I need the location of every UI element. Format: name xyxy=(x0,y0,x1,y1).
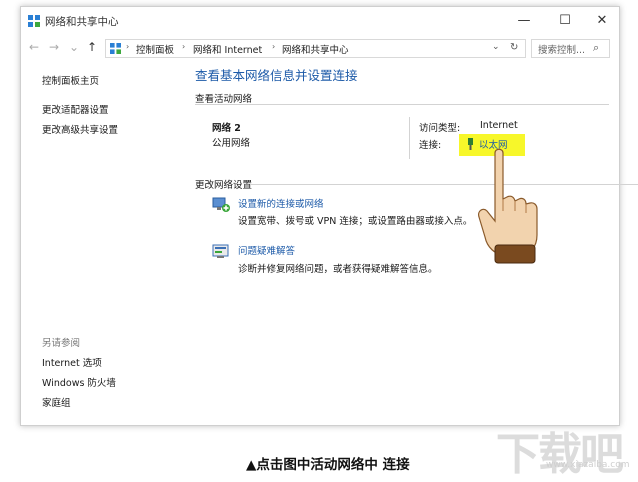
refresh-icon[interactable]: ↻ xyxy=(510,42,518,53)
watermark-url: www.xiazaiba.com xyxy=(546,460,630,470)
ethernet-icon xyxy=(468,138,473,150)
sidebar-link-advanced-sharing-settings[interactable]: 更改高级共享设置 xyxy=(42,122,118,136)
active-networks-heading: 查看活动网络 xyxy=(195,94,253,105)
breadcrumb-separator-icon: › xyxy=(182,42,186,51)
sidebar-link-change-adapter-settings[interactable]: 更改适配器设置 xyxy=(42,102,109,116)
connections-label: 连接: xyxy=(419,140,442,151)
maximize-button[interactable]: ☐ xyxy=(554,11,576,31)
search-placeholder: 搜索控制... xyxy=(538,45,586,56)
troubleshoot-link[interactable]: 问题疑难解答 xyxy=(238,243,295,257)
minimize-button[interactable]: — xyxy=(513,11,535,31)
change-settings-heading: 更改网络设置 xyxy=(195,180,253,191)
network-app-icon xyxy=(28,15,40,27)
breadcrumb-separator-icon: › xyxy=(126,42,130,51)
up-arrow-icon[interactable]: ↑ xyxy=(85,39,99,55)
troubleshoot-icon xyxy=(212,244,229,258)
sidebar-link-control-panel-home[interactable]: 控制面板主页 xyxy=(42,73,99,87)
address-bar: ← → ⌄ ↑ › 控制面板 › 网络和 Internet › 网络和共享中心 … xyxy=(21,36,619,60)
recent-chevron-icon[interactable]: ⌄ xyxy=(67,39,81,55)
network-sharing-center-window: 网络和共享中心 — ☐ ✕ ← → ⌄ ↑ › 控制面板 › 网络和 Inter… xyxy=(20,6,638,426)
access-type-label: 访问类型: xyxy=(419,123,461,134)
back-arrow-icon[interactable]: ← xyxy=(27,39,41,55)
network-category: 公用网络 xyxy=(212,138,251,149)
search-icon[interactable]: ⌕ xyxy=(593,41,599,55)
sidebar-link-homegroup[interactable]: 家庭组 xyxy=(42,395,71,409)
new-connection-icon xyxy=(212,197,230,212)
setup-new-connection-desc: 设置宽带、拨号或 VPN 连接；或设置路由器或接入点。 xyxy=(238,216,473,227)
breadcrumb[interactable]: › 控制面板 › 网络和 Internet › 网络和共享中心 ⌄ ↻ xyxy=(105,39,526,58)
window-title: 网络和共享中心 xyxy=(45,16,119,28)
setup-new-connection-link[interactable]: 设置新的连接或网络 xyxy=(238,196,324,210)
title-bar: 网络和共享中心 — ☐ ✕ xyxy=(21,7,619,35)
search-input[interactable]: 搜索控制... ⌕ xyxy=(531,39,610,58)
breadcrumb-separator-icon: › xyxy=(272,42,276,51)
troubleshoot-desc: 诊断并修复网络问题，或者获得疑难解答信息。 xyxy=(238,264,438,275)
close-button[interactable]: ✕ xyxy=(591,11,613,31)
network-name: 网络 2 xyxy=(212,123,241,134)
breadcrumb-network-sharing-center[interactable]: 网络和共享中心 xyxy=(282,42,349,56)
see-also-heading: 另请参阅 xyxy=(42,338,81,349)
divider xyxy=(251,184,638,185)
watermark-logo: 下载吧 xyxy=(496,429,624,480)
caption: ▲点击图中活动网络中 连接 xyxy=(246,457,410,473)
breadcrumb-control-panel[interactable]: 控制面板 xyxy=(136,42,174,56)
vertical-divider xyxy=(409,117,410,159)
divider xyxy=(195,104,609,105)
control-panel-icon xyxy=(110,43,121,54)
access-type-value: Internet xyxy=(480,120,518,131)
pointing-hand-icon xyxy=(478,148,538,264)
forward-arrow-icon[interactable]: → xyxy=(47,39,61,55)
address-dropdown-icon[interactable]: ⌄ xyxy=(492,42,500,52)
page-title: 查看基本网络信息并设置连接 xyxy=(195,68,358,83)
sidebar-link-internet-options[interactable]: Internet 选项 xyxy=(42,355,102,369)
sidebar-link-windows-firewall[interactable]: Windows 防火墙 xyxy=(42,375,116,389)
breadcrumb-network-internet[interactable]: 网络和 Internet xyxy=(193,42,262,56)
